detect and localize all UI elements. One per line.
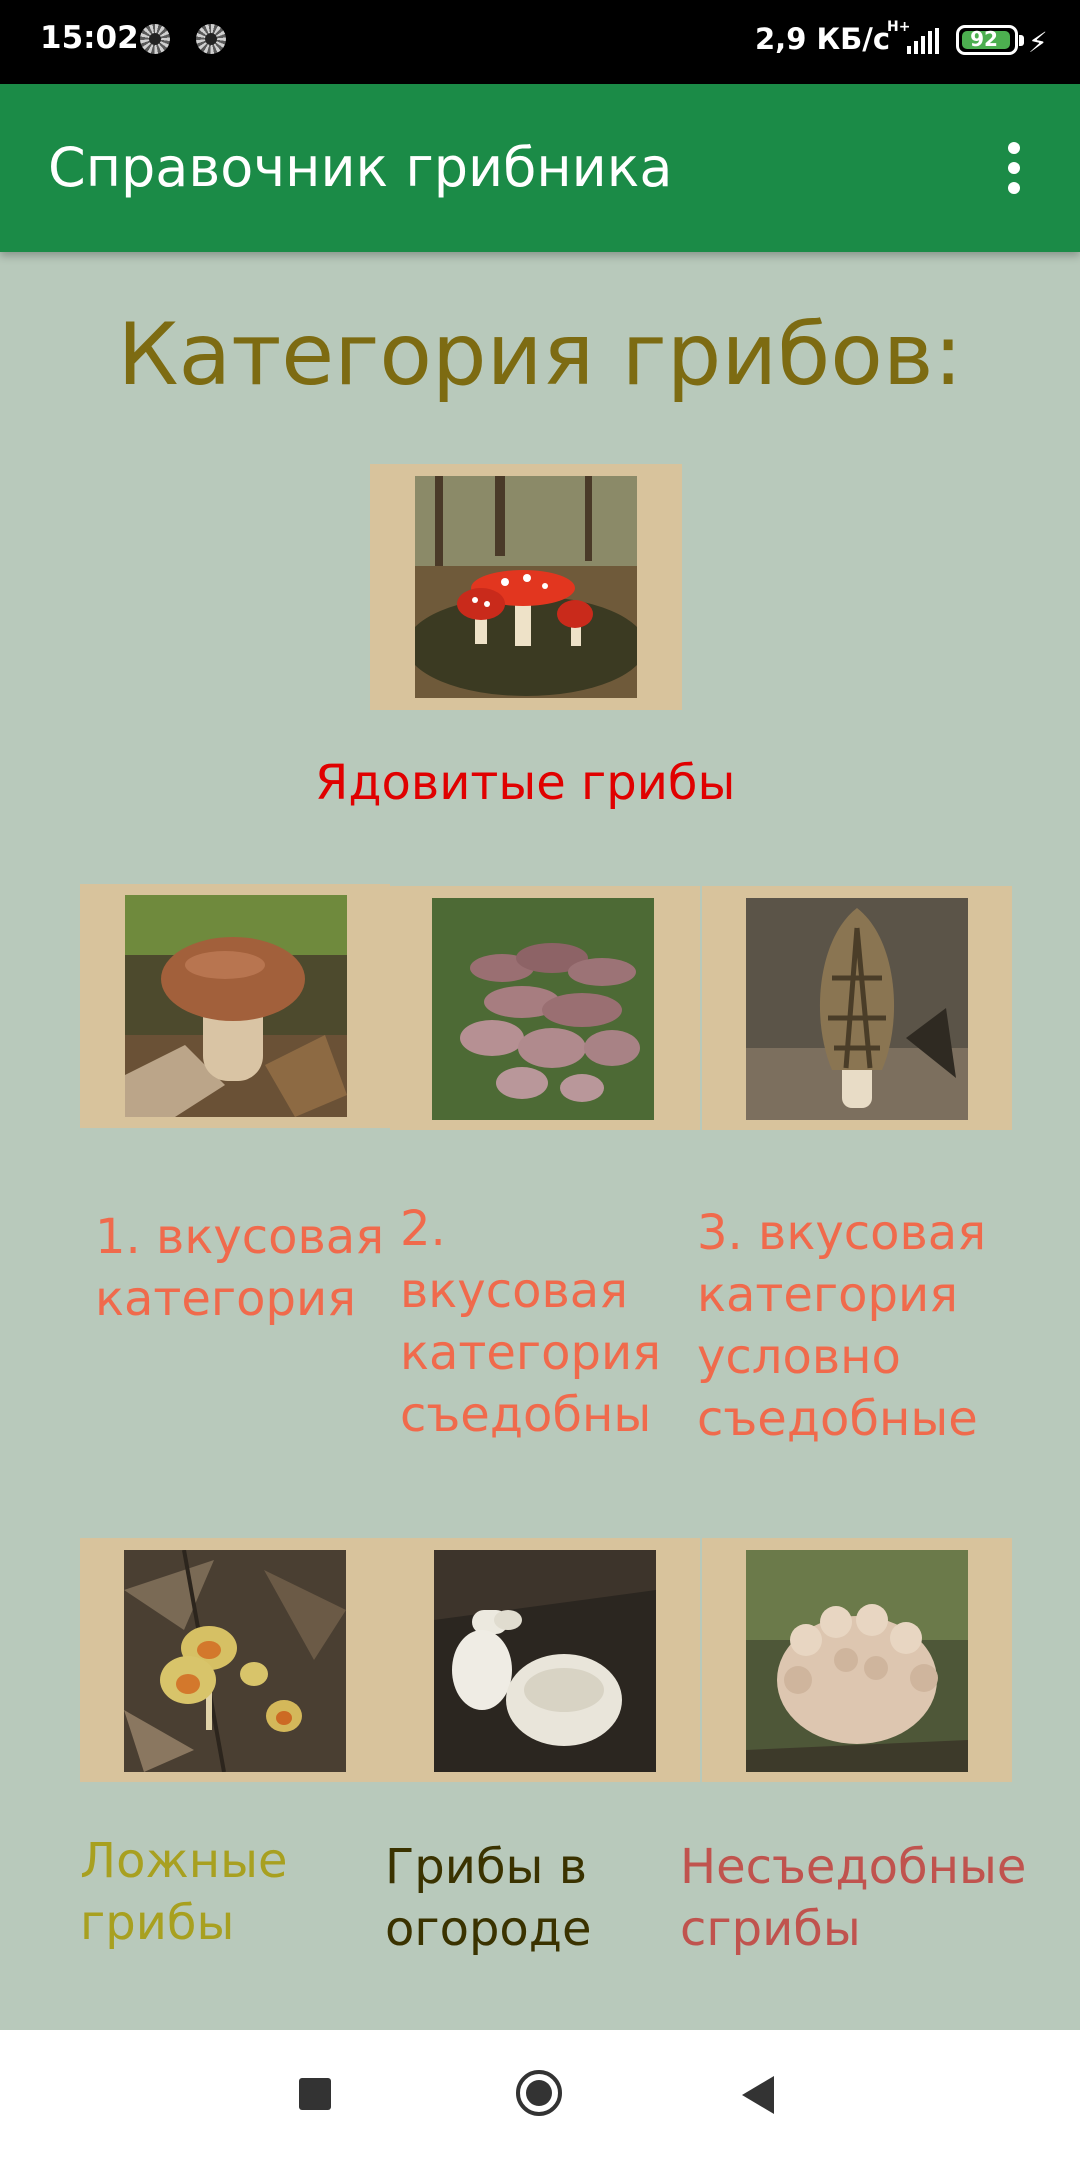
app-title: Справочник грибника — [48, 136, 673, 199]
category-false-button[interactable] — [80, 1538, 390, 1782]
category-taste-2-label[interactable]: 2. вкусовая категория съедобны — [400, 1198, 680, 1446]
charging-bolt-icon: ⚡ — [1028, 26, 1048, 59]
overflow-menu-icon[interactable] — [994, 140, 1034, 196]
category-taste-1-button[interactable] — [80, 884, 390, 1128]
morel-image — [746, 898, 968, 1120]
porcini-image — [125, 895, 347, 1117]
category-taste-3-button[interactable] — [702, 886, 1012, 1130]
category-poisonous-label[interactable]: Ядовитые грибы — [315, 752, 765, 814]
coral-fungus-image — [746, 1550, 968, 1772]
category-false-label[interactable]: Ложные грибы — [80, 1830, 340, 1954]
battery-icon: 92 — [956, 25, 1024, 55]
white-milk-caps-image — [434, 1550, 656, 1772]
signal-icon — [905, 28, 939, 54]
category-garden-label[interactable]: Грибы в огороде — [385, 1836, 645, 1960]
category-taste-3-label[interactable]: 3. вкусовая категория условно съедобные — [697, 1202, 1027, 1450]
category-taste-2-button[interactable] — [390, 886, 700, 1130]
page-heading: Категория грибов: — [117, 305, 963, 405]
fly-agaric-image — [415, 476, 637, 698]
status-bar: 15:02 2,9 КБ/с H+ 92 ⚡ — [0, 0, 1080, 84]
navigation-bar — [0, 2030, 1080, 2160]
oyster-mushroom-cluster-image — [432, 898, 654, 1120]
category-garden-button[interactable] — [390, 1538, 700, 1782]
status-time: 15:02 — [40, 20, 139, 56]
back-icon[interactable] — [742, 2076, 774, 2114]
notification-icon — [140, 24, 170, 54]
category-inedible-label[interactable]: Несъедобные сгрибы — [680, 1836, 1075, 1960]
false-mushrooms-image — [124, 1550, 346, 1772]
network-type: H+ — [887, 19, 911, 35]
category-poisonous-button[interactable] — [370, 464, 682, 710]
network-speed: 2,9 КБ/с — [755, 22, 891, 56]
recent-apps-icon[interactable] — [299, 2078, 331, 2110]
app-bar: Справочник грибника — [0, 84, 1080, 252]
home-icon[interactable] — [516, 2070, 562, 2116]
battery-level: 92 — [970, 27, 998, 51]
category-inedible-button[interactable] — [702, 1538, 1012, 1782]
category-taste-1-label[interactable]: 1. вкусовая категория — [95, 1206, 385, 1330]
notification-icon — [196, 24, 226, 54]
